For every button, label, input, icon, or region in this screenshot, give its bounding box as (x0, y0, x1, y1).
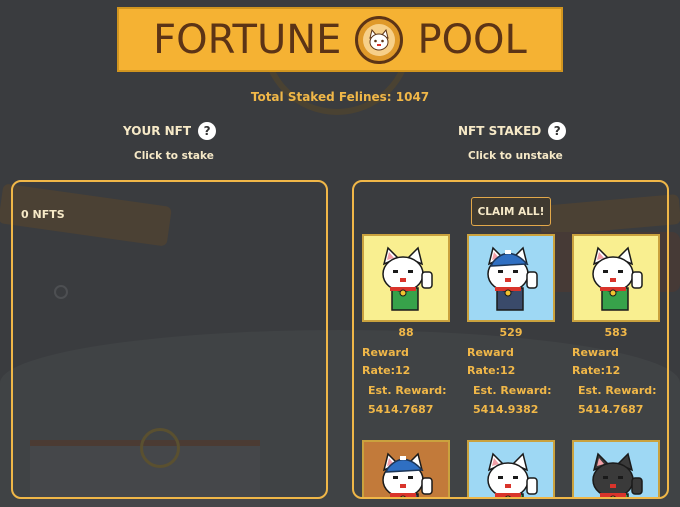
est-reward-value: 5414.7687 (368, 403, 434, 416)
staked-nft-card[interactable] (467, 440, 557, 497)
staked-nft-card[interactable] (362, 440, 452, 497)
nft-id-label: 529 (499, 326, 523, 339)
banner-word-right: POOL (417, 16, 527, 63)
lucky-cat-coin-icon (355, 15, 404, 64)
est-reward-value: 5414.9382 (473, 403, 539, 416)
total-staked-text: Total Staked Felines: 1047 (250, 90, 430, 104)
help-icon[interactable]: ? (198, 122, 217, 140)
reward-label: Reward (362, 346, 409, 359)
nft-staked-title: NFT STAKED (458, 124, 542, 138)
reward-rate-label: Rate:12 (362, 364, 411, 377)
nft-staked-panel: CLAIM ALL! 88 Reward Rate:12 Est. Reward: 54… (352, 180, 669, 499)
nft-staked-header: NFT STAKED ? (458, 122, 567, 140)
est-reward-label: Est. Reward: (578, 384, 657, 397)
your-nft-panel: 0 NFTS (11, 180, 328, 499)
nft-staked-subtitle: Click to unstake (468, 150, 563, 162)
staked-nft-card[interactable]: 583 Reward Rate:12 Est. Reward: 5414.7687 (572, 234, 662, 416)
lucky-cat-nft-image[interactable] (362, 234, 450, 322)
your-nft-title: YOUR NFT (123, 124, 192, 138)
lucky-cat-nft-image[interactable] (572, 234, 660, 322)
est-reward-value: 5414.7687 (578, 403, 644, 416)
lucky-cat-nft-image[interactable] (467, 234, 555, 322)
lucky-cat-nft-image[interactable] (467, 440, 555, 497)
nft-id-label: 583 (604, 326, 628, 339)
help-icon[interactable]: ? (548, 122, 567, 140)
your-nft-subtitle: Click to stake (134, 150, 214, 162)
nft-count-label: 0 NFTS (21, 208, 65, 221)
reward-rate-label: Rate:12 (572, 364, 621, 377)
fortune-pool-banner: FORTUNE POOL (117, 7, 563, 72)
nft-id-label: 88 (398, 326, 414, 339)
your-nft-header: YOUR NFT ? (123, 122, 217, 140)
lucky-cat-nft-image[interactable] (362, 440, 450, 497)
reward-label: Reward (467, 346, 514, 359)
claim-all-button[interactable]: CLAIM ALL! (471, 197, 551, 226)
staked-nft-card[interactable] (572, 440, 662, 497)
staked-nft-card[interactable]: 88 Reward Rate:12 Est. Reward: 5414.7687 (362, 234, 452, 416)
lucky-cat-nft-image[interactable] (572, 440, 660, 497)
reward-label: Reward (572, 346, 619, 359)
est-reward-label: Est. Reward: (368, 384, 447, 397)
est-reward-label: Est. Reward: (473, 384, 552, 397)
banner-word-left: FORTUNE (153, 16, 342, 63)
staked-nft-card[interactable]: 529 Reward Rate:12 Est. Reward: 5414.9382 (467, 234, 557, 416)
reward-rate-label: Rate:12 (467, 364, 516, 377)
